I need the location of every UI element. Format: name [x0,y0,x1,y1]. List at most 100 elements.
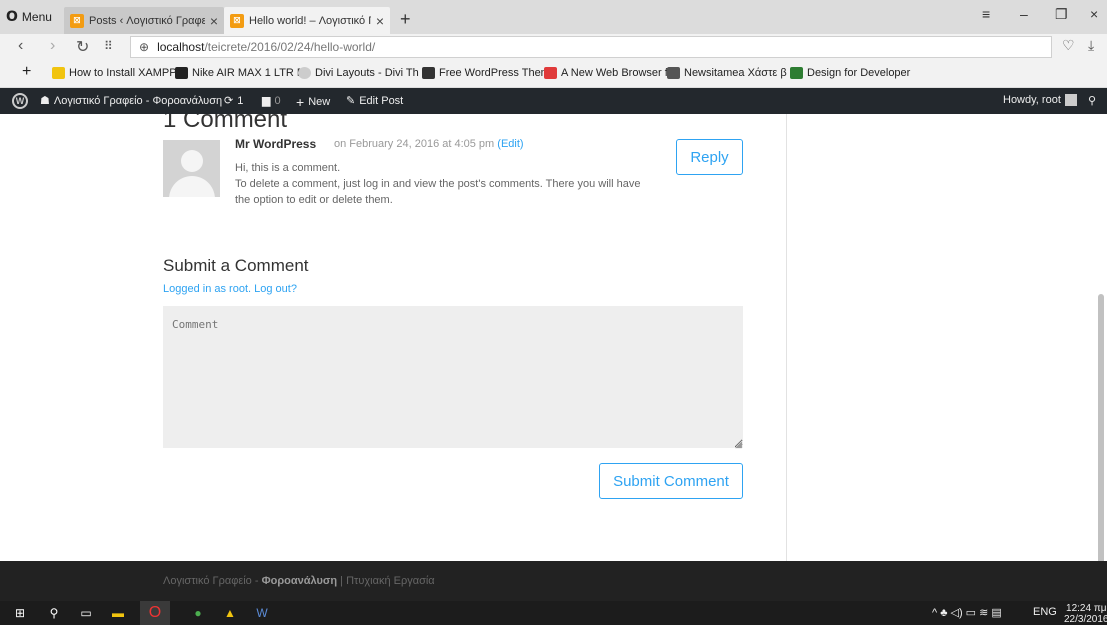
tray-icons[interactable]: ^ ♣ ◁) ▭ ≋ ▤ [932,606,1002,619]
avatar [163,140,220,197]
download-icon[interactable]: ⤓ [1088,37,1094,54]
clock-date: 22/3/2016 [1064,614,1107,625]
page-content: 1 Comment Mr WordPress on February 24, 2… [0,114,1107,561]
bookmark-vivaldi[interactable]: A New Web Browser f [544,67,668,79]
search-icon[interactable]: ⚲ [1088,94,1096,107]
xampp-favicon-icon: ☒ [230,13,244,28]
submit-comment-heading: Submit a Comment [163,256,309,275]
word-icon[interactable]: W [254,605,270,621]
comments-count: 0 [274,94,281,107]
folder-icon[interactable]: ▲ [222,605,238,621]
window-close-icon[interactable]: × [1090,6,1098,22]
admin-site-link[interactable]: ☗ Λογιστικό Γραφείο - Φοροανάλυση [40,94,222,108]
bookmark-label: How to Install XAMPP [69,67,177,79]
url-path: /teicrete/2016/02/24/hello-world/ [204,40,376,54]
bookmark-xampp[interactable]: How to Install XAMPP [52,67,177,79]
maximize-icon[interactable]: ❐ [1055,6,1068,23]
dashboard-icon: ☗ [40,95,50,107]
reload-icon[interactable]: ↻ [76,37,89,57]
browser-tab-strip: O Menu ☒ Posts ‹ Λογιστικό Γραφείο × ☒ H… [0,0,1107,34]
plus-icon: + [296,94,305,110]
bookmark-wordpress-themes[interactable]: Free WordPress Them [422,67,550,79]
bookmark-divi[interactable]: Divi Layouts - Divi Th [298,67,419,79]
minimize-icon[interactable]: – [1020,6,1028,22]
bookmark-label: Newsitamea Χάστε β [684,67,787,79]
file-explorer-icon[interactable]: ▬ [110,605,126,621]
logged-in-link[interactable]: Logged in as root. Log out? [163,283,297,295]
wordpress-logo-icon[interactable]: W [12,93,28,109]
vivaldi-icon [544,67,557,79]
home-icon [667,67,680,79]
bookmark-label: Divi Layouts - Divi Th [315,67,419,79]
new-tab-icon[interactable]: + [400,9,411,30]
resize-handle-icon[interactable]: ◢ [735,439,742,450]
site-icon [175,67,188,79]
comment-body: Hi, this is a comment. To delete a comme… [235,160,655,208]
close-icon[interactable]: × [376,13,384,29]
footer-prefix: Λογιστικό Γραφείο - [163,575,262,587]
edit-post-label: Edit Post [359,94,404,107]
browser-menu-button[interactable]: O Menu [6,9,52,25]
task-view-icon[interactable]: ▭ [78,605,94,621]
clock[interactable]: 12:24 πμ 22/3/2016 [1064,603,1107,625]
close-icon[interactable]: × [210,13,218,29]
document-icon [422,67,435,79]
updates-link[interactable]: ⟳ 1 [224,94,244,108]
windows-taskbar: ⊞ ⚲ ▭ ▬ O ● ▲ W ^ ♣ ◁) ▭ ≋ ▤ ENG 12:24 π… [0,601,1107,625]
tab-hello-world[interactable]: ☒ Hello world! – Λογιστικό Γ × [224,7,390,34]
xampp-icon [52,67,65,79]
footer-credits: Λογιστικό Γραφείο - Φοροανάλυση | Πτυχια… [163,575,435,587]
forward-icon[interactable]: › [50,37,55,55]
footer-suffix: | Πτυχιακή Εργασία [337,575,435,587]
add-bookmark-icon[interactable]: + [22,63,31,81]
browser-menu-label: Menu [21,10,52,24]
site-icon [790,67,803,79]
footer-site-name: Φοροανάλυση [261,575,338,587]
comment-textarea[interactable] [163,306,743,448]
bookmark-label: Free WordPress Them [439,67,550,79]
heart-icon[interactable]: ♡ [1062,37,1075,54]
comment-edit-link[interactable]: (Edit) [497,138,523,150]
wp-admin-bar: W ☗ Λογιστικό Γραφείο - Φοροανάλυση ⟳ 1 ▆ 0… [0,88,1107,114]
bookmark-label: A New Web Browser f [561,67,668,79]
sidebar-divider [786,114,787,561]
bookmark-design[interactable]: Design for Developer [790,67,910,79]
new-label: New [308,96,331,108]
comment-date: on February 24, 2016 at 4:05 pm [334,138,495,150]
comment-bubble-icon: ▆ [262,95,271,107]
scrollbar[interactable] [1098,294,1104,561]
pencil-icon: ✎ [346,95,356,107]
my-account-link[interactable]: Howdy, root [1003,94,1077,106]
comments-heading: 1 Comment [163,114,288,133]
divi-icon [298,67,311,79]
updates-count: 1 [237,94,244,107]
tab-posts[interactable]: ☒ Posts ‹ Λογιστικό Γραφείο × [64,7,224,34]
user-avatar-icon [1064,94,1077,106]
comments-link[interactable]: ▆ 0 [262,94,281,108]
tab-menu-icon[interactable]: ≡ [982,6,990,22]
edit-post-link[interactable]: ✎ Edit Post [346,94,404,108]
opera-taskbar-icon[interactable]: O [140,601,170,625]
xampp-favicon-icon: ☒ [70,13,84,28]
speed-dial-icon[interactable]: ⠿ [104,39,113,53]
search-icon[interactable]: ⚲ [46,605,62,621]
reply-button[interactable]: Reply [676,139,743,175]
globe-icon: ⊕ [139,40,150,54]
windows-start-icon[interactable]: ⊞ [12,605,28,621]
bookmarks-bar: + How to Install XAMPP Nike AIR MAX 1 LT… [0,60,1107,88]
chrome-icon[interactable]: ● [190,605,206,621]
new-content-link[interactable]: + New [296,94,330,110]
language-indicator[interactable]: ENG [1033,606,1057,618]
submit-comment-button[interactable]: Submit Comment [599,463,743,499]
bookmark-nike[interactable]: Nike AIR MAX 1 LTR P [175,67,304,79]
url-field[interactable]: ⊕ localhost/teicrete/2016/02/24/hello-wo… [130,36,1052,58]
site-footer: Λογιστικό Γραφείο - Φοροανάλυση | Πτυχια… [0,561,1107,601]
comment-author[interactable]: Mr WordPress [235,137,316,151]
url-host: localhost [157,40,205,54]
bookmark-newsitamea[interactable]: Newsitamea Χάστε β [667,67,787,79]
comment-line: To delete a comment, just log in and vie… [235,178,641,206]
back-icon[interactable]: ‹ [18,37,23,55]
tab-title: Hello world! – Λογιστικό Γ [249,14,371,27]
comment-meta: on February 24, 2016 at 4:05 pm (Edit) [334,138,524,150]
bookmark-label: Design for Developer [807,67,911,79]
